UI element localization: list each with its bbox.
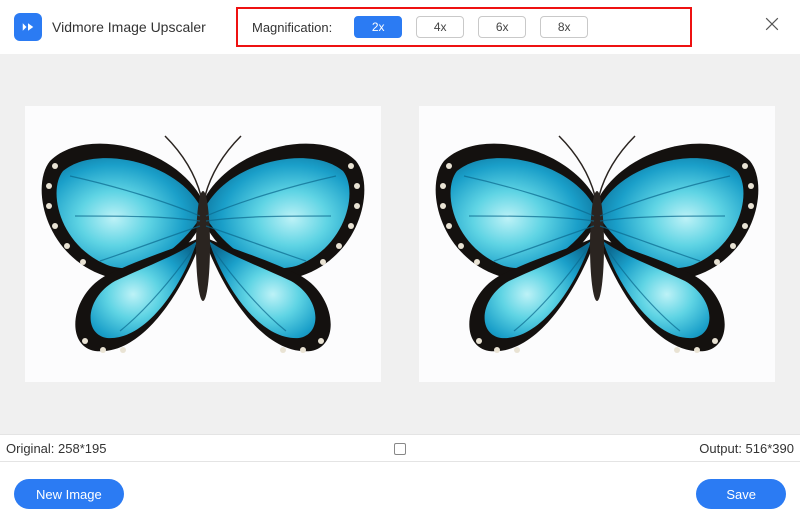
header: Vidmore Image Upscaler Magnification: 2x… bbox=[0, 0, 800, 54]
output-image-panel bbox=[419, 106, 775, 382]
magnification-option-8x[interactable]: 8x bbox=[540, 16, 588, 38]
save-button[interactable]: Save bbox=[696, 479, 786, 509]
original-label: Original bbox=[6, 441, 51, 456]
original-dims-value: 258*195 bbox=[58, 441, 106, 456]
footer: New Image Save bbox=[0, 462, 800, 526]
app-logo bbox=[14, 13, 42, 41]
magnification-option-6x[interactable]: 6x bbox=[478, 16, 526, 38]
app-title: Vidmore Image Upscaler bbox=[52, 19, 206, 35]
workspace bbox=[0, 54, 800, 434]
original-dimensions: Original: 258*195 bbox=[6, 441, 106, 456]
status-bar: Original: 258*195 Output: 516*390 bbox=[0, 434, 800, 462]
original-image-panel bbox=[25, 106, 381, 382]
magnification-label: Magnification: bbox=[252, 20, 332, 35]
magnification-option-2x[interactable]: 2x bbox=[354, 16, 402, 38]
output-image bbox=[419, 106, 775, 382]
compare-toggle-icon[interactable] bbox=[394, 443, 406, 455]
close-icon[interactable] bbox=[762, 14, 782, 34]
magnification-option-4x[interactable]: 4x bbox=[416, 16, 464, 38]
output-dims-value: 516*390 bbox=[746, 441, 794, 456]
original-image bbox=[25, 106, 381, 382]
new-image-button[interactable]: New Image bbox=[14, 479, 124, 509]
magnification-group: Magnification: 2x 4x 6x 8x bbox=[236, 7, 692, 47]
output-label: Output bbox=[699, 441, 738, 456]
output-dimensions: Output: 516*390 bbox=[699, 441, 794, 456]
